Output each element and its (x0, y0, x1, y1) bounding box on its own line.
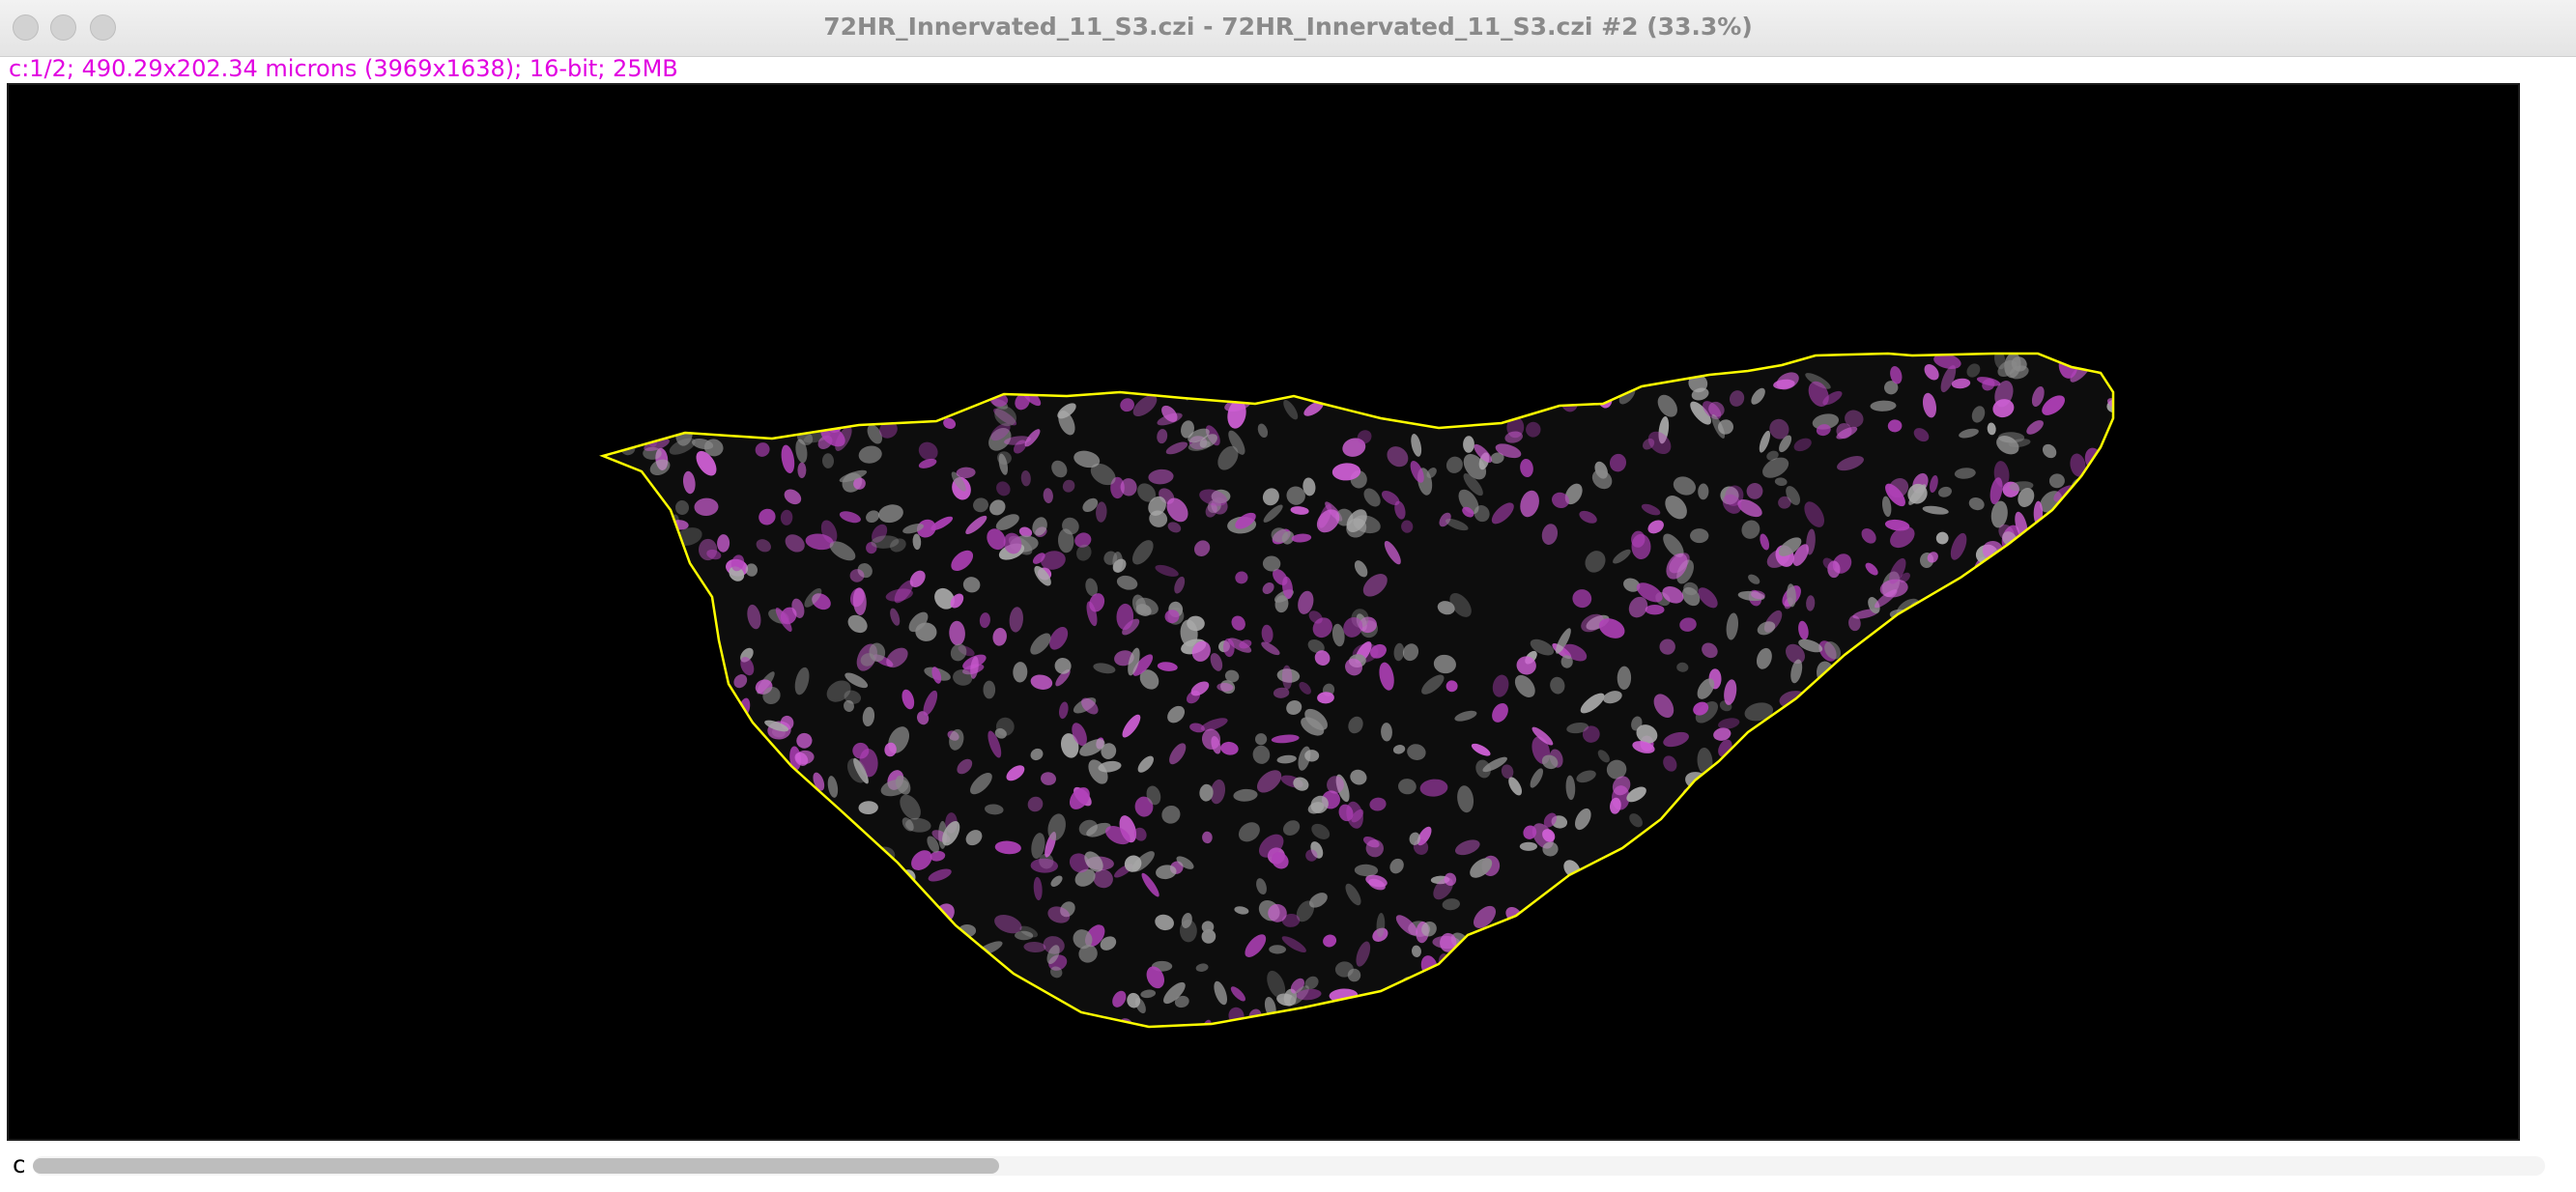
window-titlebar[interactable]: 72HR_Innervated_11_S3.czi - 72HR_Innerva… (0, 0, 2576, 57)
image-info-line: c:1/2; 490.29x202.34 microns (3969x1638)… (9, 55, 678, 82)
window-title: 72HR_Innervated_11_S3.czi - 72HR_Innerva… (823, 13, 1753, 41)
nucleus (1519, 841, 1537, 851)
channel-slider-label: c (12, 1150, 27, 1178)
scrollbar-thumb[interactable] (33, 1158, 999, 1174)
microscopy-image[interactable] (9, 85, 2518, 1139)
nucleus (1645, 605, 1665, 615)
nucleus (983, 680, 996, 699)
bottom-bar: c (0, 1143, 2576, 1192)
image-canvas[interactable] (7, 83, 2520, 1141)
channel-scrollbar[interactable] (33, 1156, 2545, 1176)
nucleus (797, 462, 807, 478)
